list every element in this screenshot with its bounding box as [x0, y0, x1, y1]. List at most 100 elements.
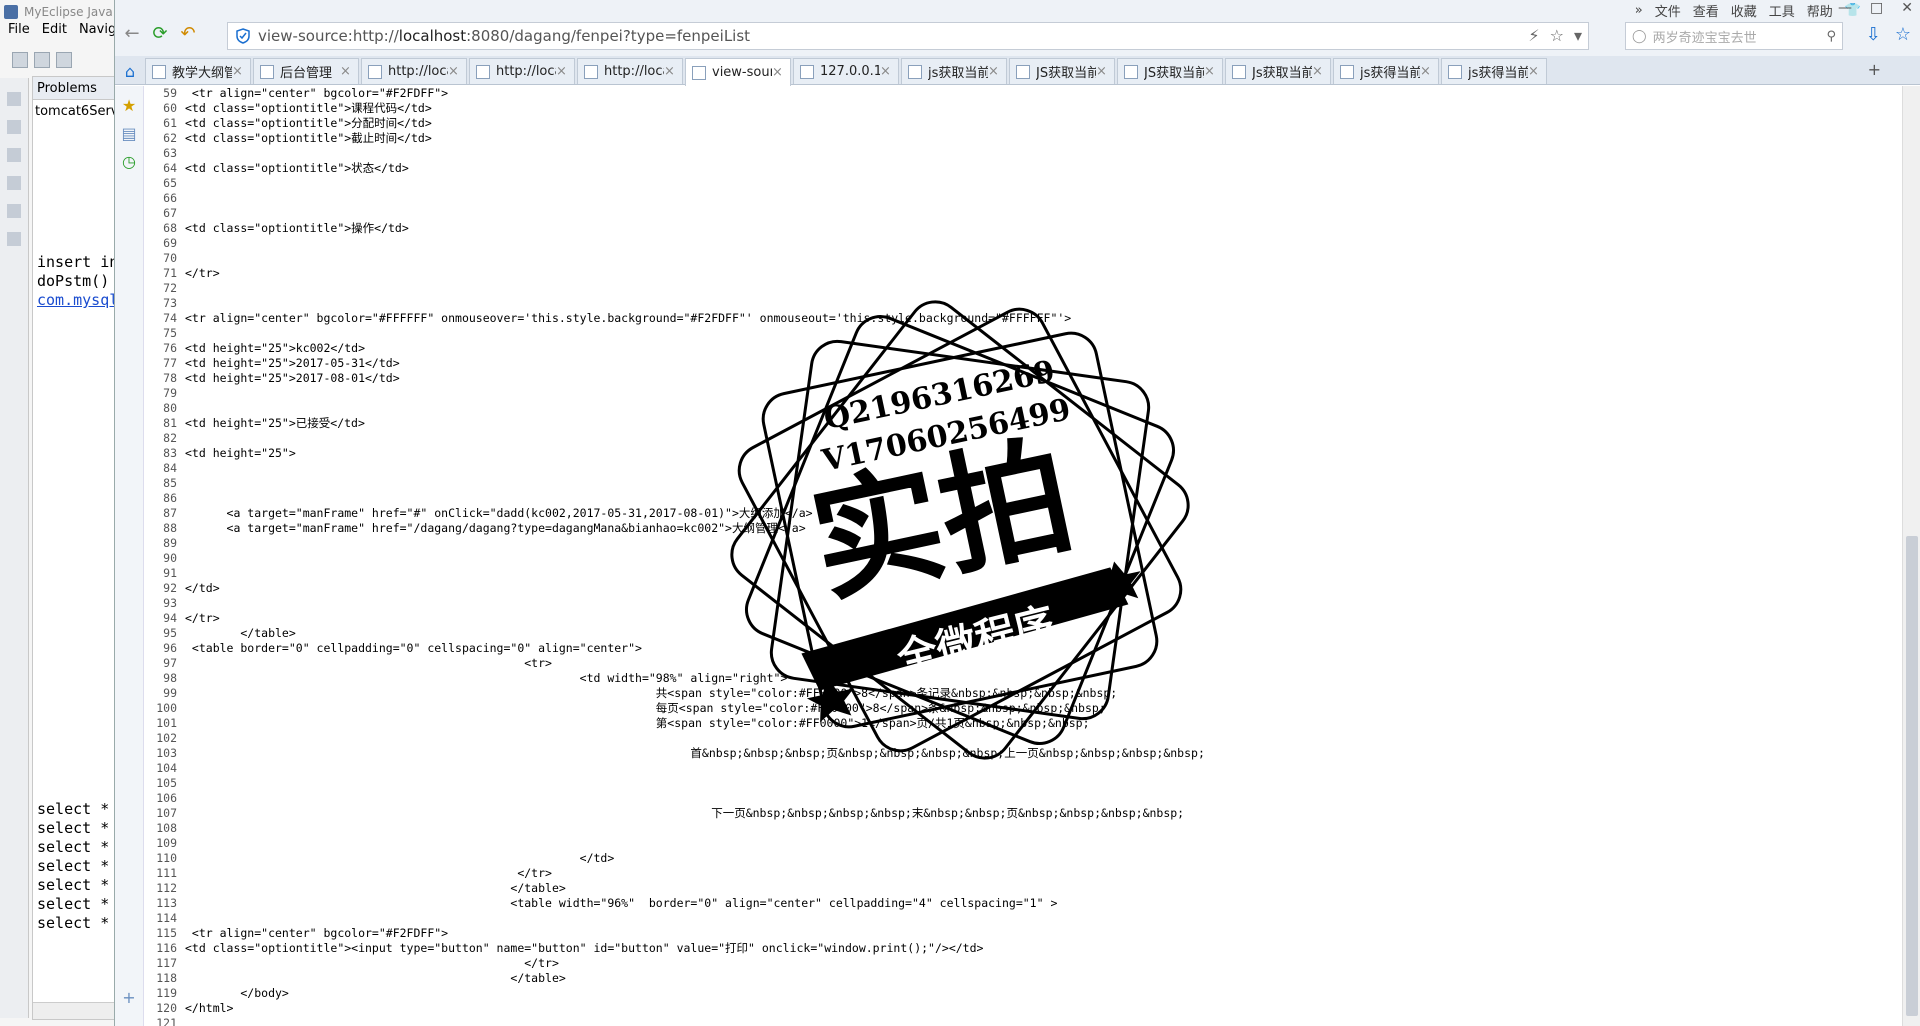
back-button[interactable]: ← — [121, 22, 143, 44]
restore-view-icon[interactable] — [7, 92, 21, 106]
star-icon[interactable]: ☆ — [1550, 26, 1564, 45]
line-number: 116 — [156, 941, 177, 955]
hierarchy-view-icon[interactable] — [7, 232, 21, 246]
source-line: 88 <a target="manFrame" href="/dagang/da… — [147, 521, 806, 536]
browser-tab[interactable]: 后台管理 × — [253, 58, 359, 84]
browser-tab[interactable]: 教学大纲管理× — [145, 58, 251, 84]
sidebar-add-icon[interactable]: + — [121, 990, 137, 1006]
line-number: 89 — [163, 536, 177, 550]
close-icon[interactable]: ✕ — [1901, 0, 1913, 16]
ide-menu-edit[interactable]: Edit — [42, 22, 67, 42]
favorites-icon[interactable]: ★ — [121, 98, 137, 114]
tab-close-icon[interactable]: × — [1312, 64, 1326, 79]
lightning-icon[interactable]: ⚡ — [1528, 26, 1539, 45]
line-text: </tr> — [185, 266, 220, 280]
line-number: 97 — [163, 656, 177, 670]
vertical-scrollbar[interactable] — [1902, 86, 1920, 1026]
refresh-button[interactable]: ⟳ — [149, 22, 171, 44]
search-icon[interactable]: ⚲ — [1826, 29, 1836, 44]
page-icon — [260, 64, 274, 79]
tab-close-icon[interactable]: × — [448, 64, 462, 79]
ide-menu-bar: File Edit Navig — [0, 22, 116, 42]
browser-tab[interactable]: view-source:h× — [685, 58, 791, 86]
ide-menu-navigate[interactable]: Navig — [79, 22, 116, 42]
tab-label: view-source:h — [712, 65, 772, 80]
source-line: 82 — [147, 431, 185, 446]
scrollbar-thumb[interactable] — [1906, 536, 1918, 1016]
menu-tools[interactable]: 工具 — [1769, 1, 1795, 20]
browser-tab[interactable]: http://localhc× — [361, 58, 467, 84]
source-line: 87 <a target="manFrame" href="#" onClick… — [147, 506, 812, 521]
server-view-icon[interactable] — [7, 120, 21, 134]
line-number: 112 — [156, 881, 177, 895]
outline-view-icon[interactable] — [7, 204, 21, 218]
download-icon[interactable]: ⇩ — [1866, 24, 1881, 45]
tab-label: js获得当前日 — [1468, 66, 1528, 81]
browser-tab[interactable]: JS获取当前日× — [1009, 58, 1115, 84]
menu-view[interactable]: 查看 — [1693, 1, 1719, 20]
ide-menu-file[interactable]: File — [8, 22, 30, 42]
save-icon[interactable] — [34, 52, 50, 68]
browser-tab[interactable]: http://localhc× — [469, 58, 575, 84]
source-line: 91 — [147, 566, 185, 581]
tab-close-icon[interactable]: × — [1096, 64, 1110, 79]
tab-close-icon[interactable]: × — [232, 64, 246, 79]
menu-help[interactable]: 帮助 — [1807, 1, 1833, 20]
search-input[interactable]: 两岁奇迹宝宝去世 — [1653, 27, 1757, 46]
address-bar[interactable]: view-source:http://localhost:8080/dagang… — [227, 22, 1589, 50]
favorite-star-icon[interactable]: ☆ — [1895, 24, 1911, 45]
ide-title: MyEclipse Java — [24, 5, 113, 19]
minimize-icon[interactable]: — — [1838, 0, 1852, 16]
source-line: 115 <tr align="center" bgcolor="#F2FDFF"… — [147, 926, 448, 941]
line-number: 59 — [163, 86, 177, 100]
reading-icon[interactable]: ▤ — [121, 126, 137, 142]
tab-close-icon[interactable]: × — [664, 64, 678, 79]
tab-close-icon[interactable]: × — [556, 64, 570, 79]
ide-problems-panel: Problems tomcat6Serve insert in doPstm()… — [32, 76, 126, 1020]
search-box[interactable]: ◯ 两岁奇迹宝宝去世 ⚲ — [1625, 22, 1843, 50]
tab-label: http://localhc — [604, 64, 664, 79]
line-text: <td height="25">已接受</td> — [185, 416, 365, 430]
chevron-down-icon[interactable]: ▾ — [1574, 26, 1582, 45]
line-number: 98 — [163, 671, 177, 685]
tab-close-icon[interactable]: × — [1420, 64, 1434, 79]
tab-close-icon[interactable]: × — [988, 64, 1002, 79]
undo-icon: ↶ — [180, 22, 196, 44]
copy-icon[interactable] — [56, 52, 72, 68]
history-icon[interactable]: ◷ — [121, 154, 137, 170]
page-icon — [1232, 64, 1246, 79]
console-view-icon[interactable] — [7, 148, 21, 162]
horizontal-scrollbar[interactable] — [33, 1002, 115, 1019]
tab-close-icon[interactable]: × — [340, 64, 354, 79]
line-number: 111 — [156, 866, 177, 880]
browser-tab[interactable]: Js获取当前日× — [1225, 58, 1331, 84]
restore-view-icon-2[interactable] — [7, 176, 21, 190]
new-tab-icon[interactable]: + — [1868, 60, 1881, 79]
line-number: 101 — [156, 716, 177, 730]
source-line: 113 <table width="96%" border="0" align=… — [147, 896, 1057, 911]
browser-tab[interactable]: js获取当前日× — [901, 58, 1007, 84]
new-file-icon[interactable] — [12, 52, 28, 68]
tab-close-icon[interactable]: × — [1204, 64, 1218, 79]
undo-close-button[interactable]: ↶ — [177, 22, 199, 44]
tab-close-icon[interactable]: × — [1528, 64, 1542, 79]
line-number: 92 — [163, 581, 177, 595]
browser-tab[interactable]: JS获取当前日× — [1117, 58, 1223, 84]
browser-tab[interactable]: 127.0.0.1 / lc× — [793, 58, 899, 84]
tab-close-icon[interactable]: × — [772, 65, 786, 80]
ide-side-toolbar — [0, 78, 29, 1018]
browser-tab[interactable]: js获得当前日× — [1441, 58, 1547, 84]
url-host: localhost — [398, 27, 467, 45]
menu-more[interactable]: » — [1635, 3, 1643, 18]
menu-favorites[interactable]: 收藏 — [1731, 1, 1757, 20]
console-link[interactable]: com.mysql — [37, 291, 115, 310]
menu-file[interactable]: 文件 — [1655, 1, 1681, 20]
browser-tab[interactable]: http://localhc× — [577, 58, 683, 84]
tab-problems[interactable]: Problems — [33, 77, 115, 100]
tab-close-icon[interactable]: × — [880, 64, 894, 79]
maximize-icon[interactable]: □ — [1870, 0, 1883, 16]
home-button[interactable]: ⌂ — [117, 58, 143, 84]
source-line: 92 </td> — [147, 581, 219, 596]
browser-tab[interactable]: js获得当前日× — [1333, 58, 1439, 84]
line-number: 90 — [163, 551, 177, 565]
